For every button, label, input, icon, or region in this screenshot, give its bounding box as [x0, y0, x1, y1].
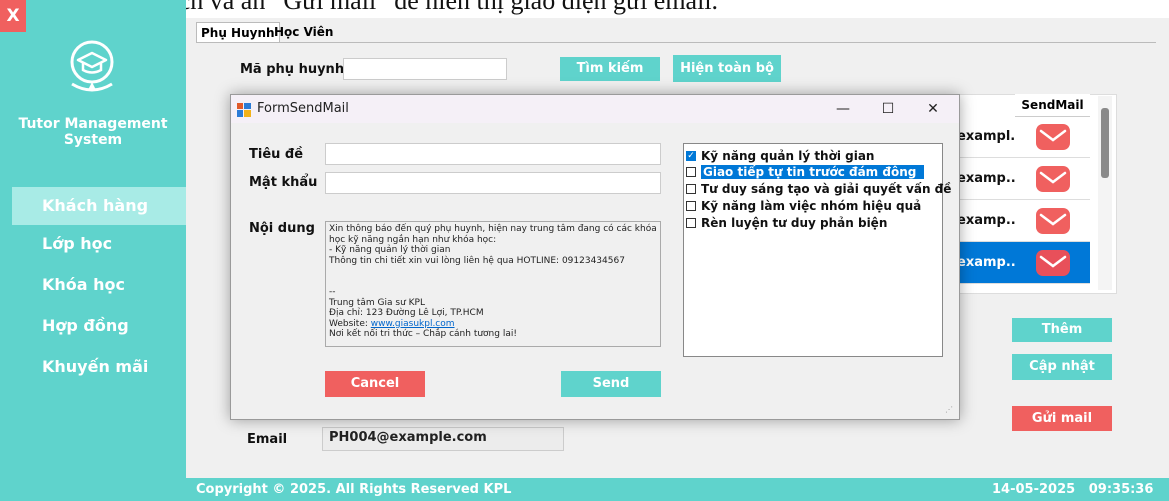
envelope-icon [1035, 249, 1070, 276]
grid-header-sendmail: SendMail [1015, 94, 1090, 117]
content-line: Địa chỉ: 123 Đường Lê Lợi, TP.HCM [329, 308, 484, 318]
content-line: Thông tin chi tiết xin vui lòng liên hệ … [329, 255, 625, 266]
update-button[interactable]: Cập nhật [1012, 354, 1112, 380]
course-item-0[interactable]: ✓ Kỹ năng quản lý thời gian [686, 148, 874, 164]
email-field[interactable]: PH004@example.com [322, 427, 564, 451]
nav-lop-hoc[interactable]: Lớp học [0, 225, 186, 263]
nav-khoa-hoc[interactable]: Khóa học [0, 266, 186, 304]
email-label: Email [247, 432, 288, 447]
content-label: Nội dung [249, 221, 315, 236]
app-close-button[interactable]: X [0, 0, 26, 32]
content-textarea[interactable]: Xin thông báo đến quý phụ huynh, hiện na… [325, 221, 661, 347]
parent-id-input[interactable] [343, 58, 507, 80]
course-checklist[interactable]: ✓ Kỹ năng quản lý thời gian Giao tiếp tự … [683, 143, 951, 357]
send-mail-dialog: FormSendMail — ☐ ✕ Tiêu đề Mật khẩu Nội … [230, 94, 960, 420]
grid-scrollbar-thumb[interactable] [1101, 108, 1109, 178]
content-line: Trung tâm Gia sư KPL [329, 297, 425, 308]
maximize-icon[interactable]: ☐ [876, 99, 900, 119]
content-line: - Kỹ năng quản lý thời gian [329, 245, 451, 255]
send-mail-row-button[interactable] [1015, 200, 1090, 242]
app-title: Tutor Management System [18, 116, 168, 148]
content-line: Nơi kết nối tri thức – Chắp cánh tương l… [329, 329, 517, 339]
footer-copyright: Copyright © 2025. All Rights Reserved KP… [196, 482, 512, 497]
show-all-button[interactable]: Hiện toàn bộ [673, 55, 781, 82]
tab-hoc-vien[interactable]: Học Viên [270, 22, 337, 42]
nav-khuyen-mai[interactable]: Khuyến mãi [0, 348, 186, 386]
resize-grip-icon[interactable]: ⋰ [945, 405, 955, 415]
tab-phu-huynh[interactable]: Phụ Huynh [196, 22, 280, 42]
graduation-cap-logo-icon [60, 34, 124, 102]
envelope-icon [1035, 123, 1070, 150]
password-label: Mật khẩu [249, 175, 318, 190]
send-mail-button[interactable]: Gửi mail [1012, 406, 1112, 431]
course-item-1[interactable]: Giao tiếp tự tin trước đám đông [686, 164, 925, 180]
search-button[interactable]: Tìm kiếm [560, 57, 660, 81]
minimize-icon[interactable]: — [831, 99, 855, 119]
content-line: Xin thông báo đến quý phụ huynh, hiện na… [329, 224, 657, 234]
nav-khach-hang[interactable]: Khách hàng [12, 187, 186, 225]
content-website-line: Website: www.giasukpl.com [329, 319, 657, 330]
checkbox-icon[interactable] [686, 218, 696, 228]
website-prefix: Website: [329, 318, 371, 329]
password-input[interactable] [325, 172, 661, 194]
document-caption: danh sách và ấn “Gửi mail” để hiển thị g… [100, 0, 719, 15]
dialog-title: FormSendMail [257, 101, 349, 116]
close-icon[interactable]: ✕ [921, 99, 945, 119]
checkbox-icon[interactable] [686, 184, 696, 194]
send-mail-row-button-selected[interactable] [1015, 242, 1090, 284]
subject-label: Tiêu đề [249, 147, 304, 162]
checkbox-checked-icon[interactable]: ✓ [686, 151, 696, 161]
parent-id-label: Mã phụ huynh [240, 62, 345, 77]
course-item-3[interactable]: Kỹ năng làm việc nhóm hiệu quả [686, 198, 921, 214]
website-link[interactable]: www.giasukpl.com [371, 319, 455, 329]
nav-hop-dong[interactable]: Hợp đồng [0, 307, 186, 345]
add-button[interactable]: Thêm [1012, 318, 1112, 342]
envelope-icon [1035, 165, 1070, 192]
tab-divider [196, 42, 1156, 43]
send-button[interactable]: Send [561, 371, 661, 397]
content-line [329, 277, 657, 288]
content-line: học kỹ năng ngắn hạn như khóa học: [329, 234, 497, 245]
envelope-icon [1035, 207, 1070, 234]
course-item-4[interactable]: Rèn luyện tư duy phản biện [686, 215, 887, 231]
form-app-icon [237, 102, 251, 121]
course-item-2[interactable]: Tư duy sáng tạo và giải quyết vấn đề [686, 181, 951, 197]
subject-input[interactable] [325, 143, 661, 165]
footer-datetime: 14-05-2025 09:35:36 [992, 482, 1154, 497]
content-line: -- [329, 287, 336, 297]
send-mail-row-button[interactable] [1015, 158, 1090, 200]
send-mail-row-button[interactable] [1015, 116, 1090, 158]
checkbox-icon[interactable] [686, 201, 696, 211]
checkbox-icon[interactable] [686, 167, 696, 177]
cancel-button[interactable]: Cancel [325, 371, 425, 397]
content-line [329, 266, 657, 277]
